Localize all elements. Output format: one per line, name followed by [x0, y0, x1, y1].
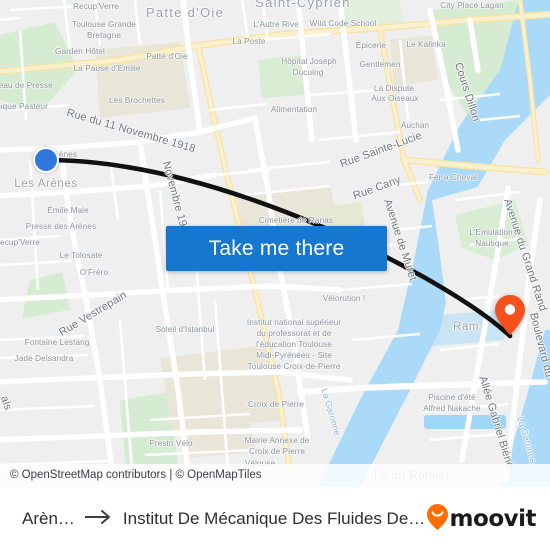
trip-origin-label: Arèn…	[22, 509, 75, 528]
trip-footer-bar: Arèn… Institut De Mécanique Des Fluides …	[0, 487, 550, 550]
origin-dot[interactable]	[33, 147, 59, 173]
moovit-wordmark: moovit	[449, 506, 537, 532]
map-attribution[interactable]: © OpenStreetMap contributors | © OpenMap…	[0, 464, 550, 487]
map-screen: Recup'Verre Patte d'Oie Saint-Cyprien City …	[0, 0, 550, 550]
take-me-there-button[interactable]: Take me there	[166, 226, 387, 271]
arrow-right-icon	[84, 509, 114, 530]
map-canvas[interactable]: Recup'Verre Patte d'Oie Saint-Cyprien City …	[0, 0, 550, 487]
trip-destination-label: Institut De Mécanique Des Fluides De Tou…	[122, 509, 427, 528]
destination-pin[interactable]	[495, 295, 525, 340]
moovit-pin-icon	[426, 503, 448, 535]
trip-summary[interactable]: Arèn… Institut De Mécanique Des Fluides …	[22, 509, 427, 530]
moovit-brand[interactable]: moovit	[426, 503, 537, 535]
